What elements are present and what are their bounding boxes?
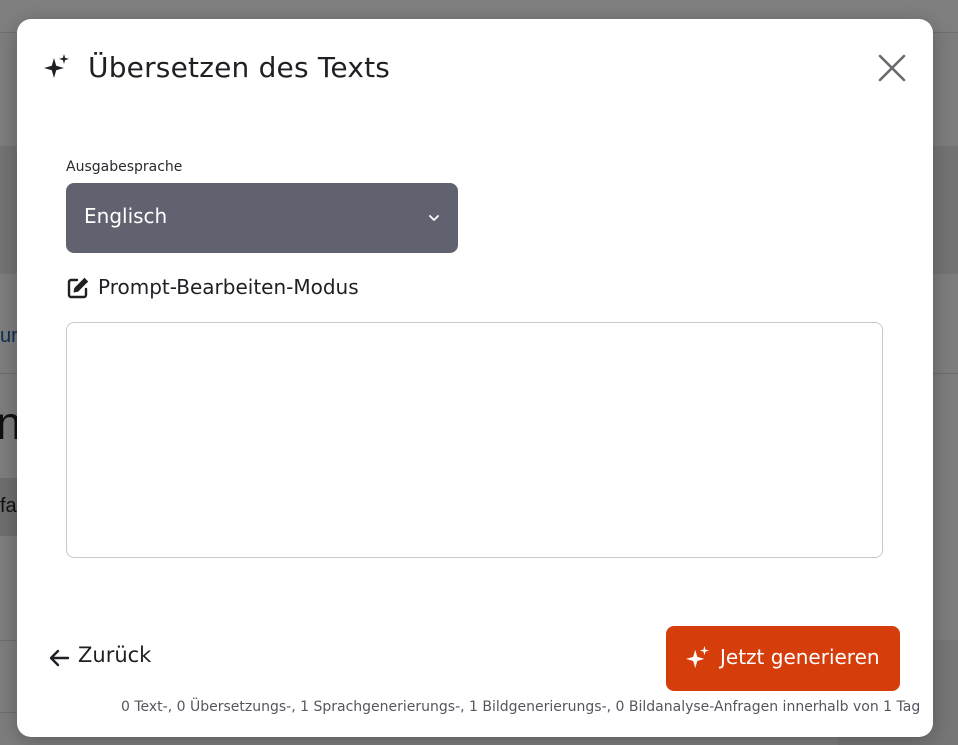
translate-dialog: Übersetzen des Texts Ausgabesprache Engl…	[17, 19, 933, 737]
prompt-edit-mode-label: Prompt-Bearbeiten-Modus	[98, 275, 359, 299]
generate-now-button[interactable]: Jetzt generieren	[666, 626, 900, 691]
dialog-header: Übersetzen des Texts	[17, 19, 933, 115]
prompt-textarea[interactable]	[66, 322, 883, 558]
sparkles-icon	[44, 54, 69, 78]
output-language-value: Englisch	[84, 204, 168, 228]
sparkles-icon	[686, 646, 710, 669]
generate-now-label: Jetzt generieren	[720, 645, 880, 669]
output-language-label: Ausgabesprache	[66, 159, 183, 175]
request-quota-text: 0 Text-, 0 Übersetzungs-, 1 Sprachgeneri…	[121, 699, 921, 715]
arrow-left-icon	[49, 649, 70, 667]
back-button-label: Zurück	[78, 643, 152, 667]
edit-icon	[67, 277, 89, 299]
output-language-select[interactable]: Englisch	[66, 183, 458, 253]
close-icon[interactable]	[877, 53, 907, 83]
dialog-title: Übersetzen des Texts	[88, 51, 391, 84]
chevron-down-icon	[429, 215, 439, 221]
